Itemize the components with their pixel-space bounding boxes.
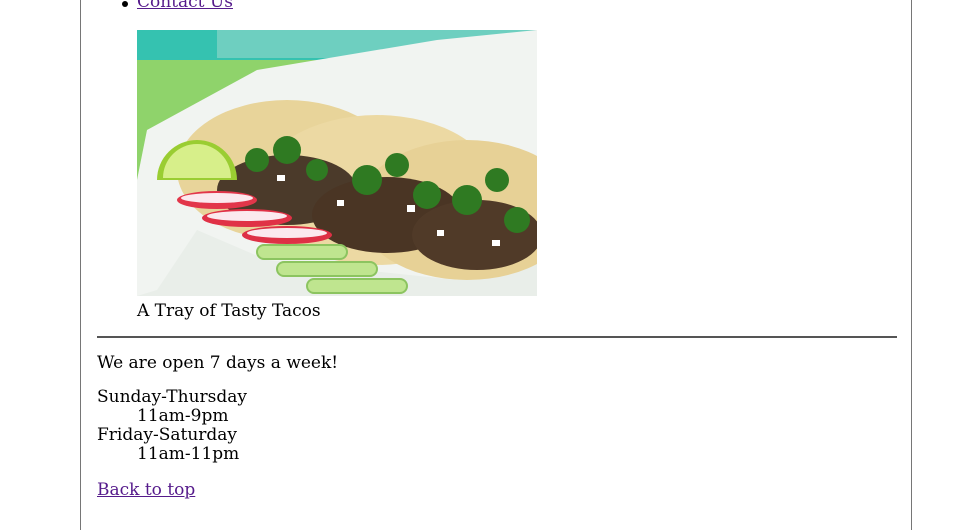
hours-time: 11am-9pm [137, 406, 229, 426]
nav-item-contact: Contact Us [122, 0, 233, 12]
nav-list: Contact Us [122, 0, 233, 12]
hours-list: Sunday-Thursday 11am-9pm Friday-Saturday… [97, 388, 247, 464]
open-days-text: We are open 7 days a week! [97, 353, 339, 373]
taco-figure: A Tray of Tasty Tacos [137, 30, 537, 321]
contact-us-link[interactable]: Contact Us [137, 0, 233, 12]
section-divider [97, 336, 897, 338]
hours-days: Sunday-Thursday [97, 387, 248, 407]
image-caption: A Tray of Tasty Tacos [137, 301, 321, 321]
back-to-top-link[interactable]: Back to top [97, 480, 195, 500]
tacos-photo [137, 30, 537, 296]
hours-time: 11am-11pm [137, 444, 240, 464]
hours-days: Friday-Saturday [97, 425, 238, 445]
